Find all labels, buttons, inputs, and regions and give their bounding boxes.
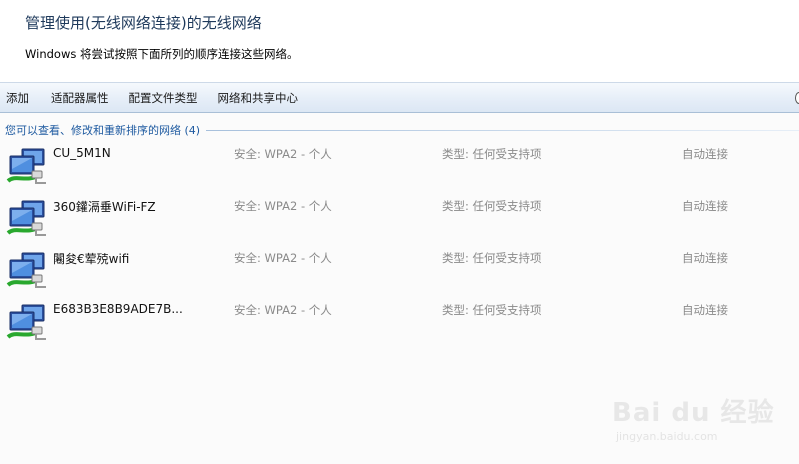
network-name: 闂夋€荤殑wifi — [53, 252, 130, 266]
network-connect-mode: 自动连接 — [682, 251, 728, 265]
wireless-network-icon — [6, 148, 46, 184]
network-sharing-center-button[interactable]: 网络和共享中心 — [212, 83, 305, 112]
toolbar: 添加 适配器属性 配置文件类型 网络和共享中心 — [0, 82, 799, 113]
group-divider — [206, 129, 799, 131]
group-label: 您可以查看、修改和重新排序的网络 (4) — [5, 124, 201, 137]
network-security: 安全: WPA2 - 个人 — [234, 303, 332, 317]
network-type: 类型: 任何受支持项 — [442, 147, 542, 161]
wireless-network-icon — [6, 252, 46, 288]
network-row[interactable]: E683B3E8B9ADE7B... 安全: WPA2 - 个人 类型: 任何受… — [0, 297, 799, 349]
help-icon[interactable] — [795, 92, 799, 104]
wireless-network-icon — [6, 200, 46, 236]
network-row[interactable]: 闂夋€荤殑wifi 安全: WPA2 - 个人 类型: 任何受支持项 自动连接 — [0, 245, 799, 297]
network-row[interactable]: 360鑵滆垂WiFi-FZ 安全: WPA2 - 个人 类型: 任何受支持项 自… — [0, 193, 799, 245]
network-security: 安全: WPA2 - 个人 — [234, 251, 332, 265]
page-title: 管理使用(无线网络连接)的无线网络 — [25, 14, 262, 32]
group-header[interactable]: 您可以查看、修改和重新排序的网络 (4) — [5, 122, 799, 138]
network-connect-mode: 自动连接 — [682, 147, 728, 161]
network-security: 安全: WPA2 - 个人 — [234, 199, 332, 213]
network-type: 类型: 任何受支持项 — [442, 303, 542, 317]
network-list: 您可以查看、修改和重新排序的网络 (4) CU_5M1N 安全: WPA2 - … — [0, 113, 799, 464]
network-name: 360鑵滆垂WiFi-FZ — [53, 200, 156, 214]
add-button[interactable]: 添加 — [0, 83, 35, 112]
profile-types-button[interactable]: 配置文件类型 — [123, 83, 204, 112]
network-name: CU_5M1N — [53, 146, 111, 160]
network-connect-mode: 自动连接 — [682, 303, 728, 317]
network-row[interactable]: CU_5M1N 安全: WPA2 - 个人 类型: 任何受支持项 自动连接 — [0, 141, 799, 193]
network-name: E683B3E8B9ADE7B... — [53, 302, 183, 316]
network-security: 安全: WPA2 - 个人 — [234, 147, 332, 161]
network-connect-mode: 自动连接 — [682, 199, 728, 213]
network-type: 类型: 任何受支持项 — [442, 251, 542, 265]
page-subtitle: Windows 将尝试按照下面所列的顺序连接这些网络。 — [25, 47, 299, 61]
network-type: 类型: 任何受支持项 — [442, 199, 542, 213]
wireless-network-icon — [6, 304, 46, 340]
adapter-properties-button[interactable]: 适配器属性 — [45, 83, 115, 112]
